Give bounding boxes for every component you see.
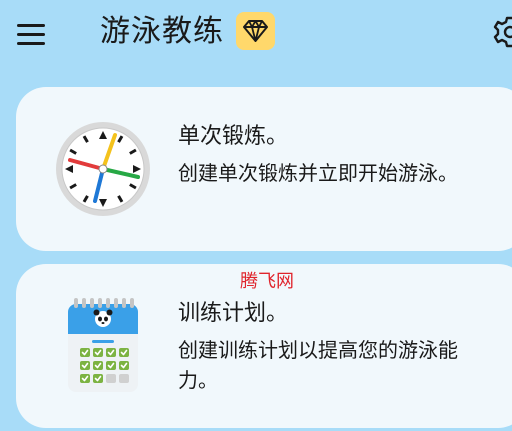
settings-button[interactable] (492, 14, 512, 50)
card-title: 单次锻炼。 (178, 124, 289, 149)
single-workout-card[interactable]: 单次锻炼。 创建单次锻炼并立即开始游泳。 (16, 87, 512, 251)
gear-icon (493, 16, 512, 48)
calendar-icon (68, 298, 138, 392)
card-description: 创建单次锻炼并立即开始游泳。 (178, 161, 458, 185)
stopwatch-icon (54, 120, 152, 218)
hamburger-menu-icon[interactable] (13, 16, 49, 48)
premium-button[interactable] (236, 12, 275, 50)
top-bar: 游泳教练 (0, 0, 512, 66)
watermark-text: 腾飞网 (240, 271, 294, 292)
card-description: 创建训练计划以提高您的游泳能力。 (178, 338, 458, 392)
card-title: 训练计划。 (178, 301, 289, 326)
diamond-icon (243, 20, 268, 42)
page-title: 游泳教练 (100, 14, 224, 49)
app-screen: 游泳教练 单次锻炼。 创建单次锻炼并立即开始游泳。 训练计划。 创建训练计划以提… (0, 0, 512, 431)
